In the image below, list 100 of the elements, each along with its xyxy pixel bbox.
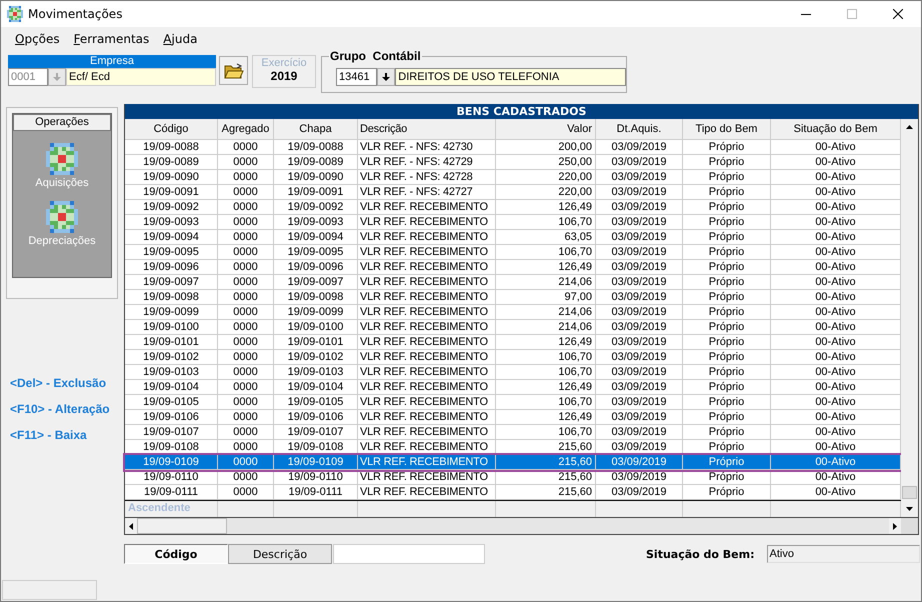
horizontal-scrollbar[interactable]	[125, 517, 918, 534]
table-cell: 19/09-0103	[274, 365, 358, 379]
table-cell: 03/09/2019	[596, 290, 683, 304]
menu-item[interactable]: Ajuda	[163, 32, 198, 46]
table-cell: 19/09-0104	[125, 380, 218, 394]
table-cell: 97,00	[496, 290, 596, 304]
table-row[interactable]: 19/09-0100 0000 19/09-0100 VLR REF. RECEBIMENTO 214,06 03/09/2019 Próprio 00-Ativo	[125, 320, 901, 335]
table-cell: VLR REF. RECEBIMENTO	[358, 230, 496, 244]
table-cell: 19/09-0093	[274, 215, 358, 229]
scroll-thumb[interactable]	[137, 518, 227, 534]
company-field[interactable]: Ecf/ Ecd	[66, 68, 216, 86]
table-row[interactable]: 19/09-0109 0000 19/09-0109 VLR REF. RECEBIMENTO 215,60 03/09/2019 Próprio 00-Ativo	[125, 455, 901, 470]
table-row[interactable]: 19/09-0091 0000 19/09-0091 VLR REF. - NFS: 42727 220,00 03/09/2019 Próprio 00-Ativo	[125, 185, 901, 200]
menu-item[interactable]: Opções	[15, 32, 60, 46]
table-row[interactable]: 19/09-0092 0000 19/09-0092 VLR REF. RECEBIMENTO 126,49 03/09/2019 Próprio 00-Ativo	[125, 200, 901, 215]
table-cell: 19/09-0096	[125, 260, 218, 274]
scrollbar-corner	[901, 518, 918, 534]
table-cell: VLR REF. RECEBIMENTO	[358, 365, 496, 379]
table-cell: VLR REF. RECEBIMENTO	[358, 470, 496, 484]
scroll-thumb[interactable]	[902, 486, 917, 499]
table-cell: Próprio	[683, 485, 771, 499]
table-row[interactable]: 19/09-0094 0000 19/09-0094 VLR REF. RECEBIMENTO 63,05 03/09/2019 Próprio 00-Ativo	[125, 230, 901, 245]
search-field[interactable]	[333, 544, 485, 564]
column-header[interactable]: Dt.Aquis.	[596, 119, 683, 139]
table-row[interactable]: 19/09-0097 0000 19/09-0097 VLR REF. RECEBIMENTO 214,06 03/09/2019 Próprio 00-Ativo	[125, 275, 901, 290]
sort-button[interactable]: Código	[124, 544, 228, 564]
table-cell: VLR REF. - NFS: 42727	[358, 185, 496, 199]
table-cell: 19/09-0107	[274, 425, 358, 439]
open-folder-button[interactable]	[219, 56, 248, 85]
table-cell: 03/09/2019	[596, 275, 683, 289]
table-row[interactable]: 19/09-0090 0000 19/09-0090 VLR REF. - NFS: 42728 220,00 03/09/2019 Próprio 00-Ativo	[125, 170, 901, 185]
table-cell: 19/09-0093	[125, 215, 218, 229]
table-cell: VLR REF. RECEBIMENTO	[358, 335, 496, 349]
table-row[interactable]: 19/09-0096 0000 19/09-0096 VLR REF. RECEBIMENTO 126,49 03/09/2019 Próprio 00-Ativo	[125, 260, 901, 275]
table-cell: 214,06	[496, 275, 596, 289]
column-header[interactable]: Chapa	[274, 119, 358, 139]
table-cell: VLR REF. - NFS: 42728	[358, 170, 496, 184]
vertical-scrollbar[interactable]	[901, 119, 918, 517]
group-name-field[interactable]: DIREITOS DE USO TELEFONIA	[395, 68, 626, 86]
table-row[interactable]: 19/09-0095 0000 19/09-0095 VLR REF. RECEBIMENTO 106,70 03/09/2019 Próprio 00-Ativo	[125, 245, 901, 260]
table-cell: 214,06	[496, 305, 596, 319]
table-cell: 03/09/2019	[596, 260, 683, 274]
table-cell: Próprio	[683, 425, 771, 439]
column-header[interactable]: Agregado	[218, 119, 274, 139]
table-cell: 19/09-0091	[274, 185, 358, 199]
table-row[interactable]: 19/09-0088 0000 19/09-0088 VLR REF. - NFS: 42730 200,00 03/09/2019 Próprio 00-Ativo	[125, 140, 901, 155]
table-cell: VLR REF. RECEBIMENTO	[358, 485, 496, 499]
table-row[interactable]: 19/09-0102 0000 19/09-0102 VLR REF. RECEBIMENTO 106,70 03/09/2019 Próprio 00-Ativo	[125, 350, 901, 365]
table-row[interactable]: 19/09-0106 0000 19/09-0106 VLR REF. RECEBIMENTO 126,49 03/09/2019 Próprio 00-Ativo	[125, 410, 901, 425]
operation-label: Depreciações	[28, 235, 96, 247]
column-header[interactable]: Tipo do Bem	[683, 119, 771, 139]
table-cell: 19/09-0105	[274, 395, 358, 409]
table-cell: VLR REF. RECEBIMENTO	[358, 305, 496, 319]
operations-title: Operações	[13, 114, 111, 131]
table-cell: 0000	[218, 200, 274, 214]
table-row[interactable]: 19/09-0089 0000 19/09-0089 VLR REF. - NFS: 42729 250,00 03/09/2019 Próprio 00-Ativo	[125, 155, 901, 170]
table-cell: 19/09-0100	[274, 320, 358, 334]
table-cell: 106,70	[496, 245, 596, 259]
table-row[interactable]: 19/09-0110 0000 19/09-0110 VLR REF. RECEBIMENTO 215,60 03/09/2019 Próprio 00-Ativo	[125, 470, 901, 485]
table-cell: Próprio	[683, 170, 771, 184]
table-cell: 0000	[218, 410, 274, 424]
grid-title: BENS CADASTRADOS	[125, 104, 918, 119]
table-cell: Próprio	[683, 215, 771, 229]
code-field[interactable]: 13461	[336, 68, 378, 86]
menu-item[interactable]: Ferramentas	[74, 32, 150, 46]
table-row[interactable]: 19/09-0105 0000 19/09-0105 VLR REF. RECEBIMENTO 106,70 03/09/2019 Próprio 00-Ativo	[125, 395, 901, 410]
scroll-right-button[interactable]	[889, 518, 901, 534]
table-cell: 19/09-0100	[125, 320, 218, 334]
table-cell: 106,70	[496, 365, 596, 379]
table-cell: 19/09-0097	[274, 275, 358, 289]
table-cell: 19/09-0091	[125, 185, 218, 199]
table-cell: 0000	[218, 275, 274, 289]
table-cell: 106,70	[496, 395, 596, 409]
table-row[interactable]: 19/09-0103 0000 19/09-0103 VLR REF. RECEBIMENTO 106,70 03/09/2019 Próprio 00-Ativo	[125, 365, 901, 380]
table-row[interactable]: 19/09-0101 0000 19/09-0101 VLR REF. RECEBIMENTO 126,49 03/09/2019 Próprio 00-Ativo	[125, 335, 901, 350]
code-field[interactable]: 0001	[8, 68, 48, 86]
table-row[interactable]: 19/09-0093 0000 19/09-0093 VLR REF. RECEBIMENTO 106,70 03/09/2019 Próprio 00-Ativo	[125, 215, 901, 230]
table-cell: 19/09-0098	[274, 290, 358, 304]
table-row[interactable]: 19/09-0098 0000 19/09-0098 VLR REF. RECEBIMENTO 97,00 03/09/2019 Próprio 00-Ativo	[125, 290, 901, 305]
table-cell: 63,05	[496, 230, 596, 244]
sort-button[interactable]: Descrição	[228, 544, 332, 564]
table-cell: 03/09/2019	[596, 140, 683, 154]
table-cell: Próprio	[683, 230, 771, 244]
column-header[interactable]: Valor	[496, 119, 596, 139]
exercicio-label: Exercício	[261, 57, 307, 69]
table-row[interactable]: 19/09-0099 0000 19/09-0099 VLR REF. RECEBIMENTO 214,06 03/09/2019 Próprio 00-Ativo	[125, 305, 901, 320]
scroll-left-button[interactable]	[125, 518, 137, 534]
table-cell: Próprio	[683, 395, 771, 409]
table-cell: 03/09/2019	[596, 350, 683, 364]
table-cell: Próprio	[683, 470, 771, 484]
table-cell: 03/09/2019	[596, 470, 683, 484]
shortcut-hint: <F11> - Baixa	[10, 428, 88, 442]
table-cell: VLR REF. RECEBIMENTO	[358, 380, 496, 394]
column-header[interactable]: Descrição	[358, 119, 496, 139]
window-title: Movimentações	[28, 7, 122, 21]
lookup-button[interactable]	[377, 68, 396, 86]
table-row[interactable]: 19/09-0104 0000 19/09-0104 VLR REF. RECEBIMENTO 126,49 03/09/2019 Próprio 00-Ativo	[125, 380, 901, 395]
table-row[interactable]: 19/09-0107 0000 19/09-0107 VLR REF. RECEBIMENTO 106,70 03/09/2019 Próprio 00-Ativo	[125, 425, 901, 440]
column-header[interactable]: Código	[125, 119, 218, 139]
table-cell: 03/09/2019	[596, 230, 683, 244]
